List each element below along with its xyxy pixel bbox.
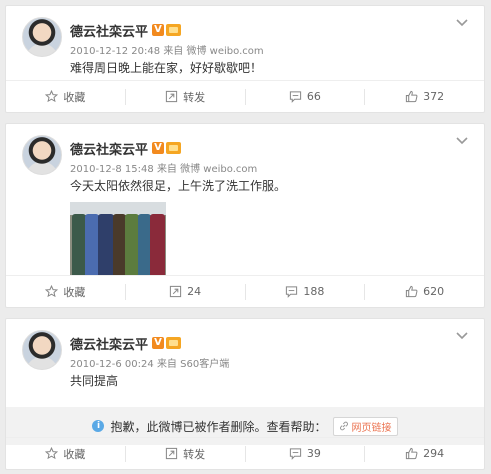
repost-icon xyxy=(166,90,178,103)
action-bar: 收藏 转发 66 372 xyxy=(6,80,484,112)
source-prefix: 来自 xyxy=(163,46,184,57)
name-row: 德云社栾云平 V xyxy=(70,21,470,40)
star-icon xyxy=(45,90,59,103)
thumbs-up-icon xyxy=(406,447,418,460)
deleted-notice-text: 抱歉，此微博已被作者删除。查看帮助： xyxy=(110,419,327,434)
avatar[interactable] xyxy=(22,17,62,57)
help-link-label: 网页链接 xyxy=(351,422,392,434)
avatar[interactable] xyxy=(22,135,62,175)
post-header: 德云社栾云平 V 2010-12-12 20:48 来自 微博 weibo.co… xyxy=(6,6,484,76)
post-time[interactable]: 2010-12-8 15:48 xyxy=(70,164,154,175)
favorite-label: 收藏 xyxy=(63,285,86,299)
user-name[interactable]: 德云社栾云平 xyxy=(70,21,148,40)
post-text: 共同提高 xyxy=(70,374,119,388)
repost-label: 转发 xyxy=(183,447,206,461)
repost-label: 转发 xyxy=(183,90,206,104)
comment-icon xyxy=(289,448,301,460)
star-icon xyxy=(45,447,59,460)
photo-cloth xyxy=(98,214,114,275)
post-time[interactable]: 2010-12-6 00:24 xyxy=(70,359,154,370)
like-count: 372 xyxy=(423,90,445,103)
repost-icon xyxy=(170,285,182,298)
action-bar: 收藏 24 188 620 xyxy=(6,275,484,307)
vip-crown-icon xyxy=(166,337,182,349)
user-name[interactable]: 德云社栾云平 xyxy=(70,334,148,353)
comment-count: 39 xyxy=(306,447,321,460)
post-photo[interactable] xyxy=(70,202,166,275)
star-icon xyxy=(45,285,59,298)
user-name[interactable]: 德云社栾云平 xyxy=(70,139,148,158)
comment-count: 66 xyxy=(306,90,321,103)
like-button[interactable]: 372 xyxy=(364,88,484,105)
chevron-down-icon[interactable] xyxy=(456,136,468,146)
repost-count: 24 xyxy=(187,285,202,298)
action-bar: 收藏 转发 39 294 xyxy=(6,437,484,469)
favorite-label: 收藏 xyxy=(63,447,86,461)
source-prefix: 来自 xyxy=(156,359,177,370)
verified-badge-icon: V xyxy=(152,337,165,349)
post-meta: 2010-12-6 00:24 来自 S60客户端 xyxy=(70,355,470,370)
name-row: 德云社栾云平 V xyxy=(70,139,470,158)
favorite-label: 收藏 xyxy=(63,90,86,104)
verified-badge-icon: V xyxy=(152,142,165,154)
post-time[interactable]: 2010-12-12 20:48 xyxy=(70,46,160,57)
chevron-down-icon[interactable] xyxy=(456,331,468,341)
chevron-down-icon[interactable] xyxy=(456,18,468,28)
repost-button[interactable]: 转发 xyxy=(124,88,245,105)
photo-cloth xyxy=(85,214,99,275)
comment-button[interactable]: 66 xyxy=(244,88,365,105)
like-count: 620 xyxy=(423,285,445,298)
post-meta: 2010-12-12 20:48 来自 微博 weibo.com xyxy=(70,42,470,57)
like-count: 294 xyxy=(423,447,445,460)
favorite-button[interactable]: 收藏 xyxy=(6,284,125,300)
post-header: 德云社栾云平 V 2010-12-8 15:48 来自 微博 weibo.com… xyxy=(6,124,484,275)
favorite-button[interactable]: 收藏 xyxy=(6,89,125,105)
source-prefix: 来自 xyxy=(156,164,177,175)
thumbs-up-icon xyxy=(406,90,418,103)
repost-button[interactable]: 24 xyxy=(124,283,245,300)
comment-icon xyxy=(289,91,301,103)
thumbs-up-icon xyxy=(406,285,418,298)
like-button[interactable]: 294 xyxy=(364,445,484,462)
post-meta: 2010-12-8 15:48 来自 微博 weibo.com xyxy=(70,160,470,175)
vip-crown-icon xyxy=(166,142,182,154)
repost-icon xyxy=(166,447,178,460)
post-source[interactable]: 微博 weibo.com xyxy=(187,46,264,57)
favorite-button[interactable]: 收藏 xyxy=(6,446,125,462)
post-source[interactable]: 微博 weibo.com xyxy=(180,164,257,175)
photo-cloth xyxy=(150,214,165,275)
post-text: 今天太阳依然很足，上午洗了洗工作服。 xyxy=(70,179,287,193)
verified-badge-icon: V xyxy=(152,24,165,36)
comment-button[interactable]: 39 xyxy=(244,445,365,462)
like-button[interactable]: 620 xyxy=(364,283,484,300)
link-icon xyxy=(339,421,348,431)
post-header: 德云社栾云平 V 2010-12-6 00:24 来自 S60客户端 共同提高 xyxy=(6,319,484,389)
vip-crown-icon xyxy=(166,24,182,36)
comment-icon xyxy=(286,286,298,298)
info-icon: i xyxy=(92,420,105,432)
photo-cloth xyxy=(72,214,86,275)
repost-button[interactable]: 转发 xyxy=(124,445,245,462)
post-source[interactable]: S60客户端 xyxy=(180,359,229,370)
post-card: 德云社栾云平 V 2010-12-8 15:48 来自 微博 weibo.com… xyxy=(5,123,485,308)
photo-cloth xyxy=(125,214,139,275)
help-link[interactable]: 网页链接 xyxy=(332,416,398,436)
avatar[interactable] xyxy=(22,330,62,370)
post-text: 难得周日晚上能在家，好好歇歇吧！ xyxy=(70,61,263,75)
post-card: 德云社栾云平 V 2010-12-12 20:48 来自 微博 weibo.co… xyxy=(5,5,485,113)
comment-count: 188 xyxy=(303,285,325,298)
name-row: 德云社栾云平 V xyxy=(70,334,470,353)
post-card: 德云社栾云平 V 2010-12-6 00:24 来自 S60客户端 共同提高 … xyxy=(5,318,485,470)
comment-button[interactable]: 188 xyxy=(244,283,365,300)
